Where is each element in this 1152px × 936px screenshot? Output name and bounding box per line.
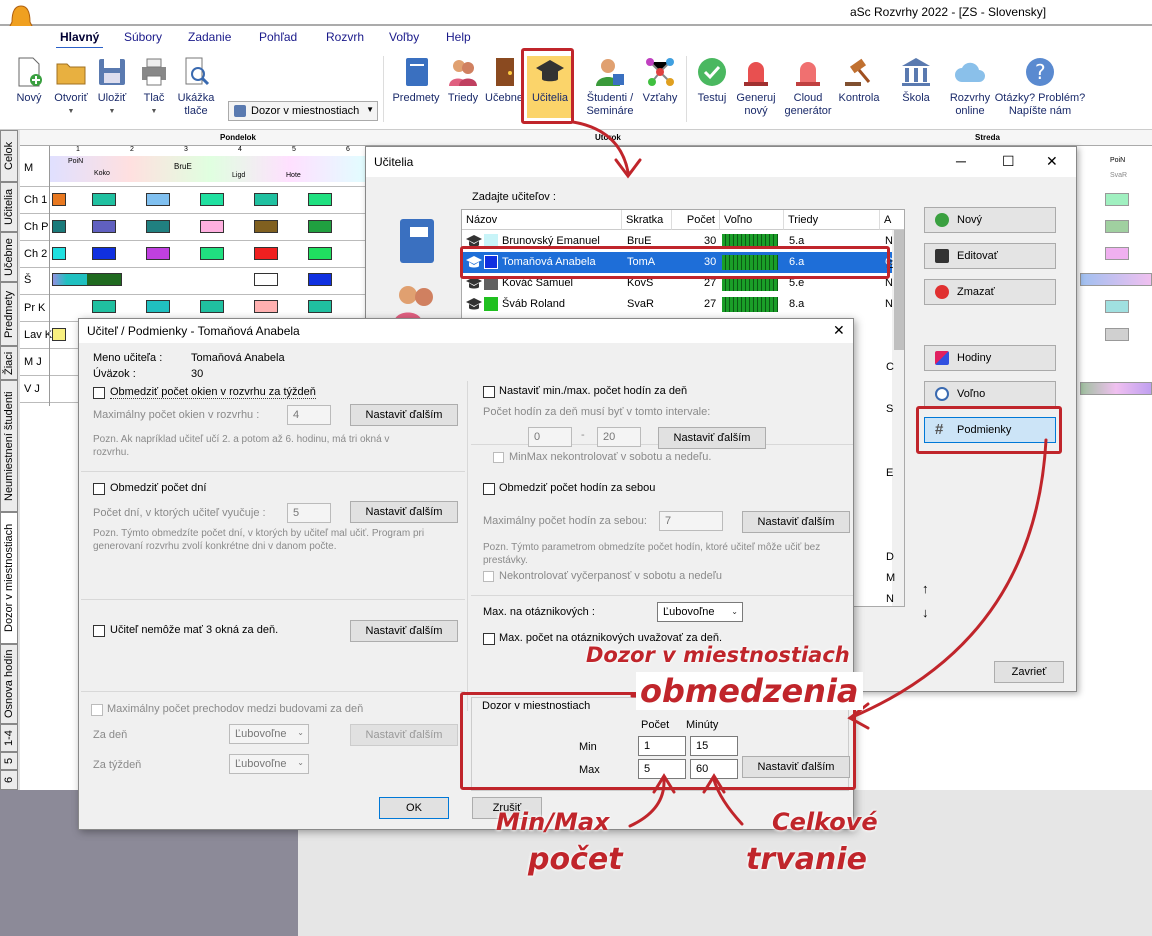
annotation-arrows: [571, 120, 1048, 828]
annotation-obmedzenia: obmedzenia: [636, 672, 863, 710]
annotation-trvanie: trvanie: [746, 842, 867, 877]
annotation-celkove: Celkové: [772, 808, 878, 836]
annotation-minmax: Min/Max: [496, 808, 610, 836]
annotation-pocet: počet: [528, 842, 623, 877]
annotation-dozor-title: Dozor v miestnostiach: [586, 643, 850, 667]
